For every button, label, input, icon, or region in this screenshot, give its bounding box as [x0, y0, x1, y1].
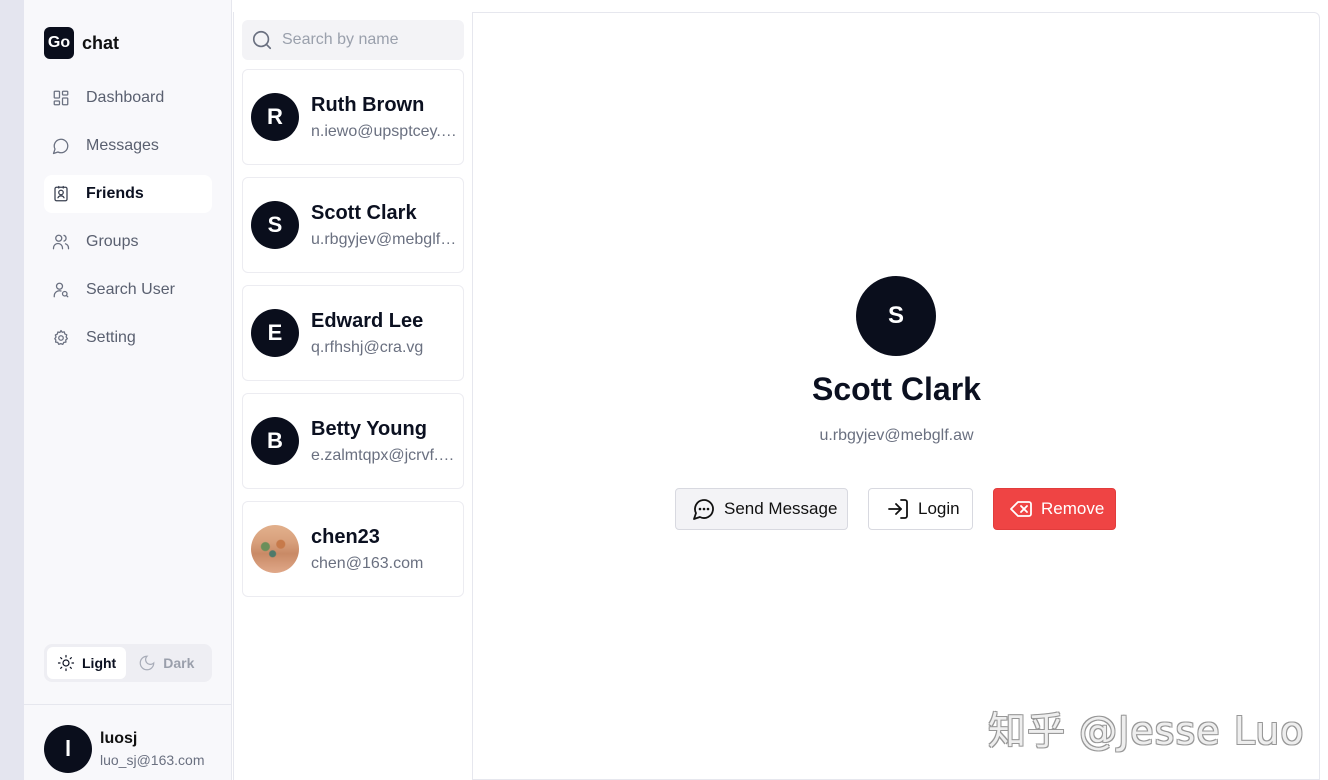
theme-light-button[interactable]: Light	[47, 647, 127, 679]
sidebar-item-friends[interactable]: Friends	[44, 175, 212, 213]
sidebar-item-label: Messages	[86, 137, 159, 154]
moon-icon	[139, 655, 155, 671]
friend-email: chen@163.com	[311, 554, 424, 572]
login-icon	[888, 499, 908, 519]
current-user-info: luosj luo_sj@163.com	[100, 730, 205, 768]
app-window: Go chat Dashboard Messages Friends Group…	[24, 0, 1328, 780]
friend-name: chen23	[311, 525, 380, 548]
friend-name: Ruth Brown	[311, 93, 425, 116]
search-box	[242, 20, 464, 60]
sidebar-item-label: Friends	[86, 185, 144, 202]
user-search-icon	[53, 282, 69, 298]
theme-toggle: Light Dark	[44, 644, 212, 682]
sidebar-nav: Dashboard Messages Friends Groups Search…	[44, 79, 212, 367]
theme-light-label: Light	[82, 655, 117, 671]
divider	[24, 704, 232, 705]
list-item[interactable]: R Ruth Brown n.iewo@upsptcey.bz	[242, 69, 464, 165]
search-icon	[252, 30, 272, 50]
avatar-photo	[251, 525, 299, 573]
login-label: Login	[918, 499, 960, 518]
sidebar: Go chat Dashboard Messages Friends Group…	[24, 0, 232, 780]
current-user[interactable]: l luosj luo_sj@163.com	[44, 725, 205, 773]
friend-info: Scott Clark u.rbgyjev@mebglf.aw	[311, 202, 457, 249]
chat-bubble-icon	[52, 138, 69, 155]
avatar: E	[251, 309, 299, 357]
avatar: S	[251, 201, 299, 249]
list-item[interactable]: chen23 chen@163.com	[242, 501, 464, 597]
list-item[interactable]: S Scott Clark u.rbgyjev@mebglf.aw	[242, 177, 464, 273]
avatar: l	[44, 725, 92, 773]
sidebar-item-messages[interactable]: Messages	[44, 127, 212, 165]
friends-list-panel: R Ruth Brown n.iewo@upsptcey.bz S Scott …	[233, 12, 473, 780]
profile-email: u.rbgyjev@mebglf.aw	[819, 427, 974, 444]
profile-actions: Send Message Login Remove	[473, 488, 1320, 530]
friend-info: Ruth Brown n.iewo@upsptcey.bz	[311, 94, 457, 141]
delete-backspace-icon	[1010, 501, 1032, 517]
friend-info: Betty Young e.zalmtqpx@jcrvf.ma	[311, 418, 457, 465]
friend-info: chen23 chen@163.com	[311, 526, 457, 573]
list-item[interactable]: B Betty Young e.zalmtqpx@jcrvf.ma	[242, 393, 464, 489]
avatar: R	[251, 93, 299, 141]
list-item[interactable]: E Edward Lee q.rfhshj@cra.vg	[242, 285, 464, 381]
brand-logo[interactable]: Go chat	[44, 27, 119, 59]
friend-email: e.zalmtqpx@jcrvf.ma	[311, 446, 457, 464]
sidebar-item-setting[interactable]: Setting	[44, 319, 212, 357]
login-button[interactable]: Login	[868, 488, 973, 530]
watermark: 知乎 @Jesse Luo	[988, 709, 1305, 753]
friend-name: Edward Lee	[311, 309, 424, 332]
brand-name: chat	[82, 32, 120, 53]
sidebar-item-label: Setting	[86, 329, 136, 346]
friend-email: q.rfhshj@cra.vg	[311, 338, 424, 356]
users-icon	[52, 234, 70, 250]
current-user-name: luosj	[100, 730, 138, 747]
theme-dark-button[interactable]: Dark	[128, 647, 204, 679]
search-input[interactable]	[282, 31, 452, 49]
friend-info: Edward Lee q.rfhshj@cra.vg	[311, 310, 457, 357]
sidebar-item-groups[interactable]: Groups	[44, 223, 212, 261]
dashboard-icon	[53, 90, 69, 106]
gear-icon	[54, 329, 69, 346]
theme-dark-label: Dark	[163, 655, 195, 671]
sidebar-item-label: Search User	[86, 281, 175, 298]
friend-email: u.rbgyjev@mebglf.aw	[311, 230, 457, 248]
friend-name: Betty Young	[311, 417, 427, 440]
remove-button[interactable]: Remove	[993, 488, 1116, 530]
friend-email: n.iewo@upsptcey.bz	[311, 122, 457, 140]
send-message-label: Send Message	[724, 499, 838, 518]
friend-detail-panel: S Scott Clark u.rbgyjev@mebglf.aw Send M…	[473, 12, 1320, 780]
send-message-button[interactable]: Send Message	[675, 488, 848, 530]
profile-name: Scott Clark	[812, 371, 981, 407]
sidebar-item-dashboard[interactable]: Dashboard	[44, 79, 212, 117]
sidebar-item-search-user[interactable]: Search User	[44, 271, 212, 309]
brand-badge: Go	[44, 27, 74, 59]
contact-card-icon	[54, 185, 68, 202]
sun-icon	[57, 654, 75, 672]
sidebar-item-label: Groups	[86, 233, 139, 250]
remove-label: Remove	[1041, 499, 1105, 518]
sidebar-item-label: Dashboard	[86, 89, 165, 106]
friend-name: Scott Clark	[311, 201, 417, 224]
current-user-email: luo_sj@163.com	[100, 752, 205, 768]
avatar: S	[856, 276, 936, 356]
avatar: B	[251, 417, 299, 465]
message-dots-icon	[693, 499, 714, 520]
